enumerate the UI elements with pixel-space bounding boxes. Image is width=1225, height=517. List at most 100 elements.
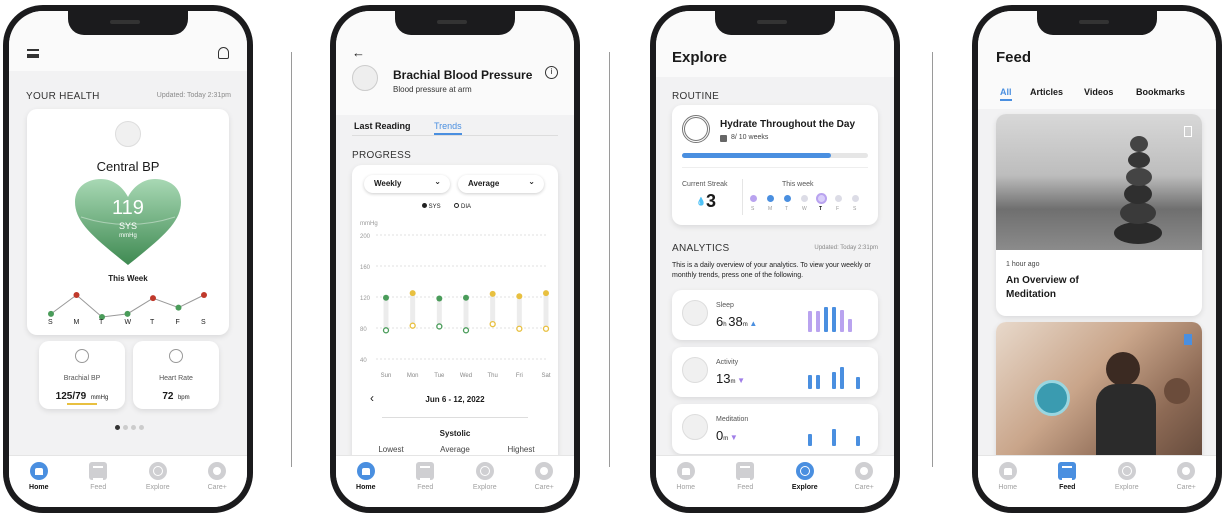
person (1164, 378, 1190, 404)
tab-feed[interactable]: Feed (720, 462, 770, 507)
range-divider (382, 417, 528, 418)
week-dots: SMTWTFS (750, 195, 868, 217)
legend-sys-label: SYS (428, 204, 441, 210)
y-tick-label: 120 (360, 296, 371, 302)
trend-down-icon: ▼ (729, 433, 738, 442)
bp-trend-chart: 40 80 120 160 200 Sun Mon Tue Wed Thu Fri Sat (360, 234, 551, 379)
target-icon (682, 115, 710, 143)
tab-care[interactable]: Care+ (839, 462, 889, 507)
bell-icon[interactable] (218, 47, 229, 59)
activity-label: Activity (716, 359, 739, 366)
x-tick-label: Sat (541, 373, 550, 379)
brachial-value: 125/79 (55, 391, 87, 402)
bookmark-icon[interactable] (1184, 126, 1192, 137)
tab-explore[interactable]: Explore (460, 462, 510, 507)
week-day-label: F (175, 319, 180, 326)
sys-point (383, 294, 389, 301)
y-tick-label: 40 (360, 358, 367, 364)
tab-feed[interactable]: Feed (400, 462, 450, 507)
dia-point (409, 322, 416, 329)
sleep-bars (808, 306, 864, 332)
moon-icon (682, 300, 708, 326)
tab-bar: Home Feed Explore Care+ (978, 455, 1216, 507)
page-dots[interactable] (115, 425, 144, 430)
week-trend-point (201, 292, 207, 298)
week-day-label: W (124, 319, 132, 326)
week-trend-point (124, 310, 131, 317)
tab-care[interactable]: Care+ (1161, 462, 1211, 507)
tab-feed-label: Feed (90, 484, 107, 491)
page-title: Brachial Blood Pressure (393, 68, 533, 82)
home-icon (676, 462, 695, 480)
stones-image (996, 114, 1202, 250)
tab-home[interactable]: Home (661, 462, 711, 507)
routine-card[interactable]: Hydrate Throughout the Day 8/ 10 weeks C… (672, 105, 878, 225)
x-tick-label: Fri (516, 373, 523, 379)
tab-home[interactable]: Home (14, 462, 64, 507)
tab-articles[interactable]: Articles (1030, 87, 1063, 97)
tab-home[interactable]: Home (983, 462, 1033, 507)
bookmark-icon[interactable] (1184, 334, 1192, 345)
analytics-bar (824, 307, 828, 332)
tab-home-label: Home (998, 484, 1018, 491)
x-tick-label: Sun (381, 373, 392, 379)
phone-home: YOUR HEALTH Updated: Today 2:31pm Centra… (3, 5, 253, 513)
care-icon (1177, 462, 1196, 480)
period-select[interactable]: Weekly ⌄ (364, 175, 450, 193)
tab-last-reading[interactable]: Last Reading (354, 121, 411, 131)
week-dot-label: F (836, 206, 840, 212)
heart-rate-card[interactable]: Heart Rate 72 bpm (133, 341, 219, 409)
tab-trends[interactable]: Trends (434, 121, 462, 135)
analytics-bar (832, 307, 836, 332)
feed-icon (736, 462, 755, 480)
tab-feed[interactable]: Feed (73, 462, 123, 507)
info-icon[interactable]: i (545, 66, 558, 79)
article-card[interactable]: 1 hour ago An Overview of Meditation (996, 114, 1202, 316)
analytics-bar (840, 309, 844, 332)
stone (1114, 222, 1162, 244)
brachial-bp-card[interactable]: Brachial BP 125/79 mmHg (39, 341, 125, 409)
central-bp-card[interactable]: Central BP 119 SYS mmHg This Week S M T W T F… (27, 109, 229, 335)
drop-icon (75, 349, 89, 363)
week-dot-label: S (853, 206, 857, 212)
stat-select[interactable]: Average ⌄ (458, 175, 544, 193)
heart-rate-icon (169, 349, 183, 363)
phone-blood-pressure: ← Brachial Blood Pressure Blood pressure… (330, 5, 580, 513)
stone (1120, 202, 1156, 224)
card-title: Central BP (96, 159, 160, 174)
activity-card[interactable]: Activity 13m ▼ (672, 347, 878, 397)
back-arrow-icon[interactable]: ← (352, 45, 365, 60)
tab-all[interactable]: All (1000, 87, 1012, 101)
sys-point (489, 290, 496, 297)
tab-explore[interactable]: Explore (1102, 462, 1152, 507)
dia-point (542, 325, 550, 332)
meditation-card[interactable]: Meditation 0m ▼ (672, 404, 878, 454)
tab-explore-label: Explore (145, 484, 170, 491)
tab-explore[interactable]: Explore (133, 462, 183, 507)
updated-time: Updated: Today 2:31pm (156, 92, 231, 99)
heart-value: 119 (112, 197, 144, 219)
tab-bookmarks[interactable]: Bookmarks (1136, 87, 1185, 97)
tab-care[interactable]: Care+ (519, 462, 569, 507)
heart-pulse-icon[interactable] (1034, 380, 1070, 416)
tab-explore[interactable]: Explore (780, 462, 830, 507)
legend-sys-dot (422, 203, 427, 208)
tab-videos[interactable]: Videos (1084, 87, 1113, 97)
tab-home[interactable]: Home (341, 462, 391, 507)
activity-bars (808, 363, 864, 389)
week-dot-label: M (768, 206, 773, 212)
tab-feed-label: Feed (417, 484, 434, 491)
menu-icon[interactable] (27, 49, 39, 58)
tab-feed-label: Feed (1059, 484, 1076, 491)
streak-label: Current Streak (682, 181, 728, 188)
tab-feed[interactable]: Feed (1042, 462, 1092, 507)
dia-point (489, 320, 496, 328)
sleep-card[interactable]: Sleep 6h 38m ▲ (672, 290, 878, 340)
streak-value: 3 (706, 191, 717, 211)
sleep-minutes: 38 (728, 314, 743, 329)
tab-care[interactable]: Care+ (192, 462, 242, 507)
sleep-label: Sleep (716, 302, 734, 309)
this-week-label: This week (782, 181, 814, 188)
tab-care-label: Care+ (854, 484, 874, 491)
week-trend-point (73, 292, 80, 298)
